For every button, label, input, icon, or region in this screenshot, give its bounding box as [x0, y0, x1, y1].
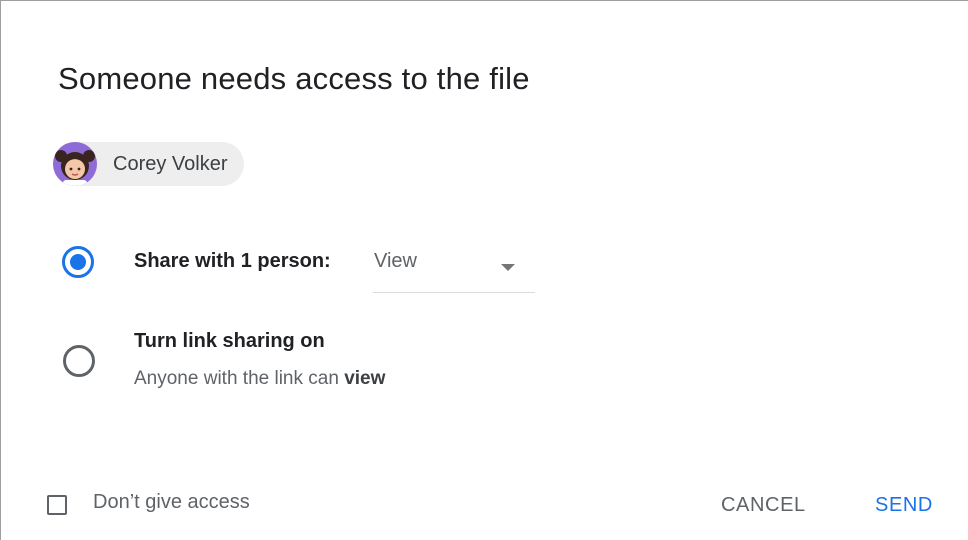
link-sharing-title: Turn link sharing on — [134, 330, 325, 352]
access-request-dialog: Someone needs access to the file Corey V… — [0, 0, 968, 540]
share-with-person-label: Share with 1 person: — [134, 250, 331, 272]
person-avatar-icon — [53, 142, 97, 186]
permission-select-value: View — [374, 250, 417, 272]
share-with-person-radio[interactable] — [62, 246, 94, 278]
dont-give-access-label[interactable]: Don’t give access — [93, 491, 250, 514]
link-sharing-subtitle: Anyone with the link can view — [134, 368, 385, 390]
send-button[interactable]: SEND — [867, 479, 941, 531]
dialog-title: Someone needs access to the file — [58, 61, 530, 96]
link-sharing-radio[interactable] — [63, 345, 95, 377]
permission-select[interactable]: View — [373, 241, 535, 293]
requester-name: Corey Volker — [113, 152, 228, 175]
cancel-button[interactable]: CANCEL — [713, 479, 814, 531]
dont-give-access-checkbox[interactable] — [47, 495, 67, 515]
link-sharing-subtitle-text: Anyone with the link can — [134, 368, 345, 389]
dropdown-arrow-icon — [501, 259, 515, 277]
link-sharing-permission: view — [344, 368, 386, 389]
requester-chip[interactable]: Corey Volker — [53, 142, 244, 186]
